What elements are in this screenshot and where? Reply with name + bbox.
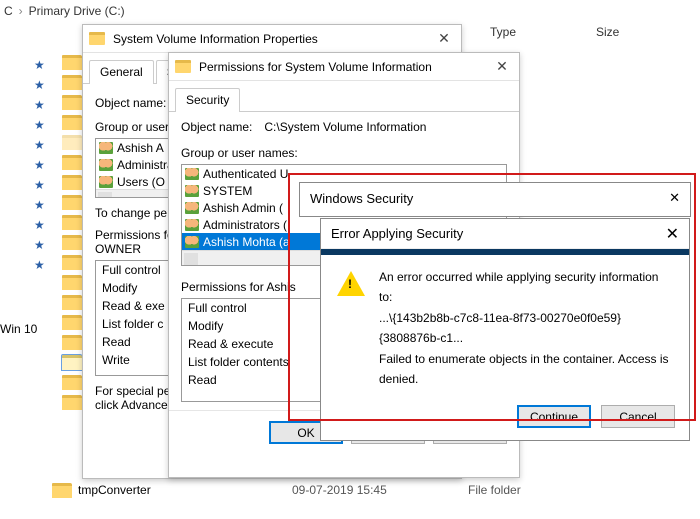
list-item-label: SYSTEM bbox=[203, 184, 252, 198]
window-title: Windows Security bbox=[310, 191, 413, 206]
list-item-label: Authenticated U bbox=[203, 167, 288, 181]
folder-icon[interactable] bbox=[62, 215, 82, 230]
cancel-button[interactable]: Cancel bbox=[601, 405, 675, 428]
folder-icon[interactable] bbox=[62, 315, 82, 330]
titlebar[interactable]: Error Applying Security ✕ bbox=[321, 219, 689, 249]
window-title: System Volume Information Properties bbox=[113, 32, 425, 46]
folder-icon[interactable] bbox=[62, 335, 82, 350]
item-type: File folder bbox=[468, 483, 521, 497]
close-icon[interactable]: ✕ bbox=[669, 190, 680, 206]
pin-icon: ★ bbox=[34, 78, 45, 90]
scroll-left-icon[interactable] bbox=[98, 192, 112, 199]
folder-icon[interactable] bbox=[62, 275, 82, 290]
pin-icon: ★ bbox=[34, 238, 45, 250]
close-icon[interactable]: ✕ bbox=[433, 30, 455, 47]
list-item[interactable]: tmpConverter 09-07-2019 15:45 File folde… bbox=[52, 480, 652, 500]
chevron-right-icon: › bbox=[19, 4, 23, 18]
folder-icon[interactable] bbox=[62, 395, 82, 410]
list-item-label: Ashish Admin ( bbox=[203, 201, 283, 215]
breadcrumb-item[interactable]: Primary Drive (C:) bbox=[29, 4, 125, 18]
list-item-label: Ashish Mohta (a bbox=[203, 235, 290, 249]
close-icon[interactable]: ✕ bbox=[666, 224, 679, 244]
object-name-value: C:\System Volume Information bbox=[264, 120, 426, 134]
breadcrumb-item[interactable]: C bbox=[4, 4, 13, 18]
pin-icon: ★ bbox=[34, 178, 45, 190]
error-line-3: Failed to enumerate objects in the conta… bbox=[379, 349, 673, 390]
button-row: Continue Cancel bbox=[321, 397, 689, 440]
group-label: Group or user names: bbox=[181, 146, 507, 160]
folder-icon[interactable] bbox=[62, 55, 82, 70]
list-item-label: Ashish A bbox=[117, 141, 164, 155]
list-item-label: Administrators ( bbox=[203, 218, 287, 232]
explorer-column-headers: Type Size bbox=[490, 25, 619, 39]
titlebar[interactable]: System Volume Information Properties ✕ bbox=[83, 25, 461, 53]
users-icon bbox=[185, 202, 199, 214]
users-icon bbox=[185, 185, 199, 197]
error-line-1: An error occurred while applying securit… bbox=[379, 267, 673, 308]
window-title: Permissions for System Volume Informatio… bbox=[199, 60, 483, 74]
users-icon bbox=[99, 176, 113, 188]
folder-icon[interactable] bbox=[62, 135, 82, 150]
explorer-rows-bottom: tmpConverter 09-07-2019 15:45 File folde… bbox=[52, 480, 652, 500]
pin-icon: ★ bbox=[34, 218, 45, 230]
folder-icon[interactable] bbox=[62, 255, 82, 270]
pin-icon: ★ bbox=[34, 58, 45, 70]
folder-icon[interactable] bbox=[62, 175, 82, 190]
titlebar[interactable]: Windows Security ✕ bbox=[300, 183, 690, 213]
folder-icon[interactable] bbox=[62, 295, 82, 310]
folder-icon[interactable] bbox=[62, 375, 82, 390]
breadcrumb[interactable]: C › Primary Drive (C:) bbox=[0, 0, 125, 22]
users-icon bbox=[185, 168, 199, 180]
list-item-label: Users (O bbox=[117, 175, 165, 189]
users-icon bbox=[185, 219, 199, 231]
warning-icon bbox=[337, 271, 365, 296]
users-icon bbox=[99, 159, 113, 171]
pin-icon: ★ bbox=[34, 198, 45, 210]
column-header-type[interactable]: Type bbox=[490, 25, 516, 39]
scroll-left-icon[interactable] bbox=[184, 253, 198, 265]
sidebar-item-label: Win 10 bbox=[0, 322, 37, 336]
object-name-label: Object name: bbox=[181, 120, 252, 134]
error-line-2: ...\{143b2b8b-c7c8-11ea-8f73-00270e0f0e5… bbox=[379, 308, 673, 349]
folder-icon[interactable] bbox=[62, 115, 82, 130]
folder-icon bbox=[175, 60, 191, 73]
pin-icon: ★ bbox=[34, 258, 45, 270]
window-title: Error Applying Security bbox=[331, 226, 463, 241]
titlebar[interactable]: Permissions for System Volume Informatio… bbox=[169, 53, 519, 81]
folder-icon[interactable] bbox=[62, 355, 82, 370]
close-icon[interactable]: ✕ bbox=[491, 58, 513, 75]
users-icon bbox=[185, 236, 199, 248]
pin-icon: ★ bbox=[34, 138, 45, 150]
error-dialog[interactable]: Error Applying Security ✕ An error occur… bbox=[320, 218, 690, 441]
folder-icon[interactable] bbox=[62, 95, 82, 110]
column-header-size[interactable]: Size bbox=[596, 25, 619, 39]
sidebar-item-win10[interactable]: Win 10 bbox=[0, 322, 37, 336]
windows-security-dialog[interactable]: Windows Security ✕ bbox=[299, 182, 691, 217]
tabs: Security bbox=[169, 81, 519, 112]
list-item-label: Administra bbox=[117, 158, 174, 172]
error-messages: An error occurred while applying securit… bbox=[379, 267, 673, 389]
tab-general[interactable]: General bbox=[89, 60, 154, 84]
users-icon bbox=[99, 142, 113, 154]
pin-icon: ★ bbox=[34, 158, 45, 170]
tab-security[interactable]: Security bbox=[175, 88, 240, 112]
continue-button[interactable]: Continue bbox=[517, 405, 591, 428]
pin-icon: ★ bbox=[34, 118, 45, 130]
item-name: tmpConverter bbox=[78, 483, 151, 497]
folder-icon[interactable] bbox=[62, 75, 82, 90]
folder-icon[interactable] bbox=[62, 195, 82, 210]
folder-icon bbox=[89, 32, 105, 45]
folder-icon bbox=[52, 483, 72, 498]
object-name-row: Object name: C:\System Volume Informatio… bbox=[181, 120, 507, 134]
pinned-indicators: ★ ★ ★ ★ ★ ★ ★ ★ ★ ★ ★ bbox=[28, 54, 48, 274]
list-item[interactable]: Authenticated U bbox=[182, 165, 506, 182]
folder-icon[interactable] bbox=[62, 155, 82, 170]
folder-icon[interactable] bbox=[62, 235, 82, 250]
item-date: 09-07-2019 15:45 bbox=[292, 483, 492, 497]
pin-icon: ★ bbox=[34, 98, 45, 110]
